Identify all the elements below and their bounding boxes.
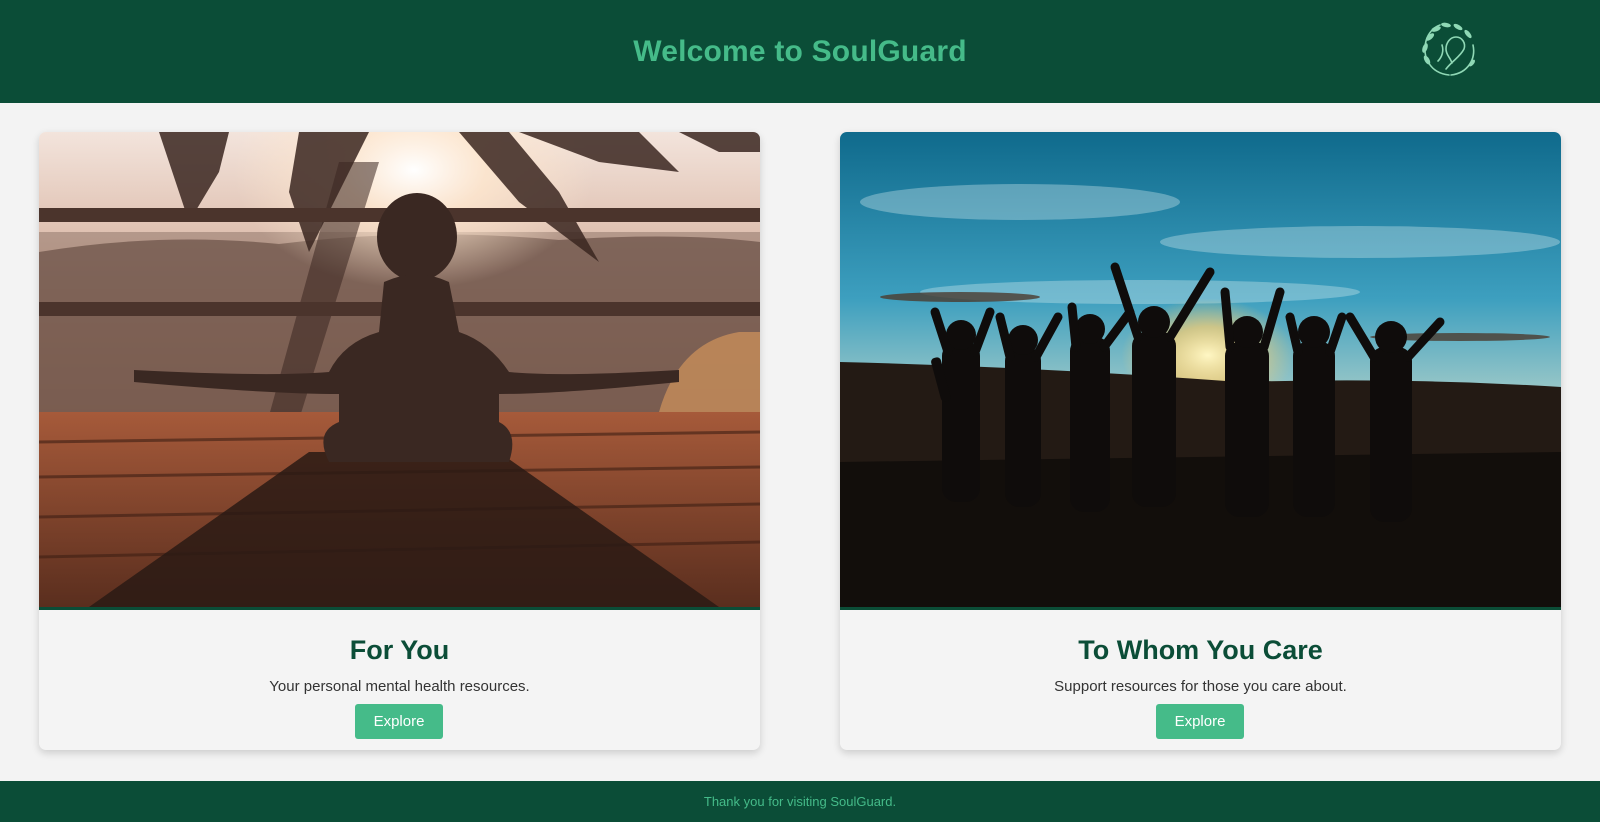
site-header: Welcome to SoulGuard [0,0,1600,103]
to-whom-you-care-card: To Whom You Care Support resources for t… [840,132,1561,750]
for-you-card: For You Your personal mental health reso… [39,132,760,750]
page-title: Welcome to SoulGuard [633,34,967,68]
for-you-card-body: For You Your personal mental health reso… [39,610,760,750]
card-title: To Whom You Care [1078,635,1323,665]
card-title: For You [349,635,450,665]
footer-text: Thank you for visiting SoulGuard. [703,794,897,809]
leaf-wreath-logo-icon[interactable] [1416,17,1482,81]
to-whom-you-care-card-body: To Whom You Care Support resources for t… [840,610,1561,750]
site-footer: Thank you for visiting SoulGuard. [0,781,1600,822]
group-raised-arms-photo [840,132,1561,610]
explore-button[interactable]: Explore [1156,704,1244,739]
card-description: Support resources for those you care abo… [1054,678,1347,695]
meditation-silhouette-photo [39,132,760,610]
card-description: Your personal mental health resources. [269,678,530,695]
explore-button[interactable]: Explore [355,704,443,739]
